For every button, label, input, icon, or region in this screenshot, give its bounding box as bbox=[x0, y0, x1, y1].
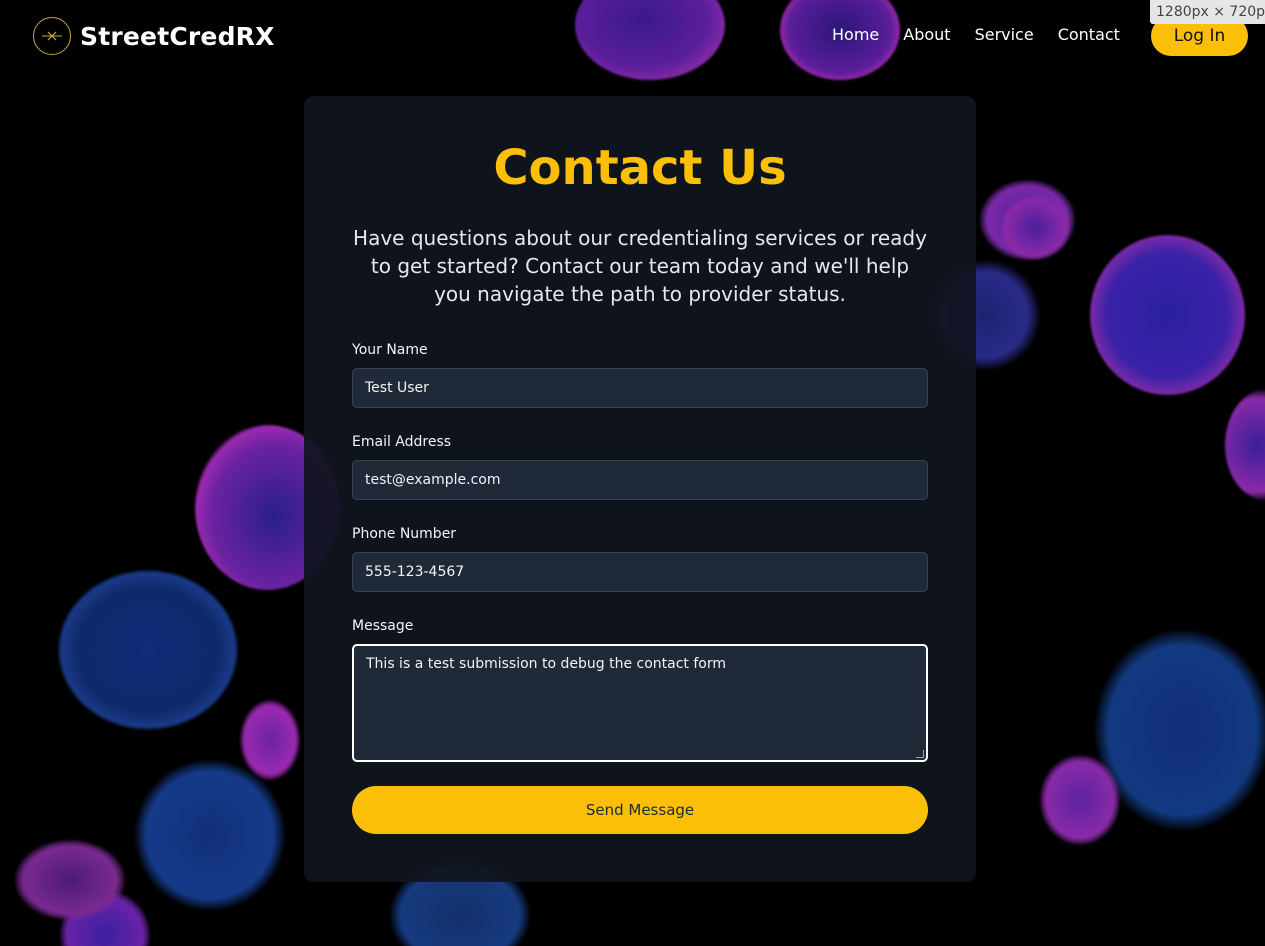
page-title: Contact Us bbox=[493, 140, 787, 196]
site-header: StreetCredRX Home About Service Contact … bbox=[0, 0, 1265, 72]
nav-service[interactable]: Service bbox=[975, 24, 1034, 46]
nav-about[interactable]: About bbox=[903, 24, 950, 46]
name-field[interactable]: Test User bbox=[352, 368, 928, 408]
message-textarea-value: This is a test submission to debug the c… bbox=[366, 656, 727, 672]
email-field[interactable]: test@example.com bbox=[352, 460, 928, 500]
email-label: Email Address bbox=[352, 434, 452, 450]
phone-label: Phone Number bbox=[352, 526, 457, 542]
email-field-value: test@example.com bbox=[365, 472, 501, 488]
contact-card: Contact Us Have questions about our cred… bbox=[304, 96, 976, 882]
name-field-value: Test User bbox=[365, 380, 429, 396]
message-label: Message bbox=[352, 618, 414, 634]
nav-home[interactable]: Home bbox=[832, 24, 879, 46]
main-nav: Home About Service Contact bbox=[832, 24, 1144, 46]
brand-name: StreetCredRX bbox=[80, 21, 275, 51]
name-label: Your Name bbox=[352, 342, 428, 358]
nav-contact[interactable]: Contact bbox=[1058, 24, 1120, 46]
phone-field[interactable]: 555-123-4567 bbox=[352, 552, 928, 592]
intro-text: Have questions about our credentialing s… bbox=[353, 226, 927, 306]
send-message-button[interactable]: Send Message bbox=[352, 786, 928, 834]
phone-field-value: 555-123-4567 bbox=[365, 564, 465, 580]
logo-circle-icon bbox=[33, 17, 71, 55]
brand-link[interactable]: StreetCredRX bbox=[33, 17, 275, 55]
viewport-size-badge: 1280px × 720px bbox=[1150, 0, 1265, 24]
message-textarea[interactable]: This is a test submission to debug the c… bbox=[352, 644, 928, 762]
resize-handle-icon[interactable] bbox=[916, 750, 924, 758]
